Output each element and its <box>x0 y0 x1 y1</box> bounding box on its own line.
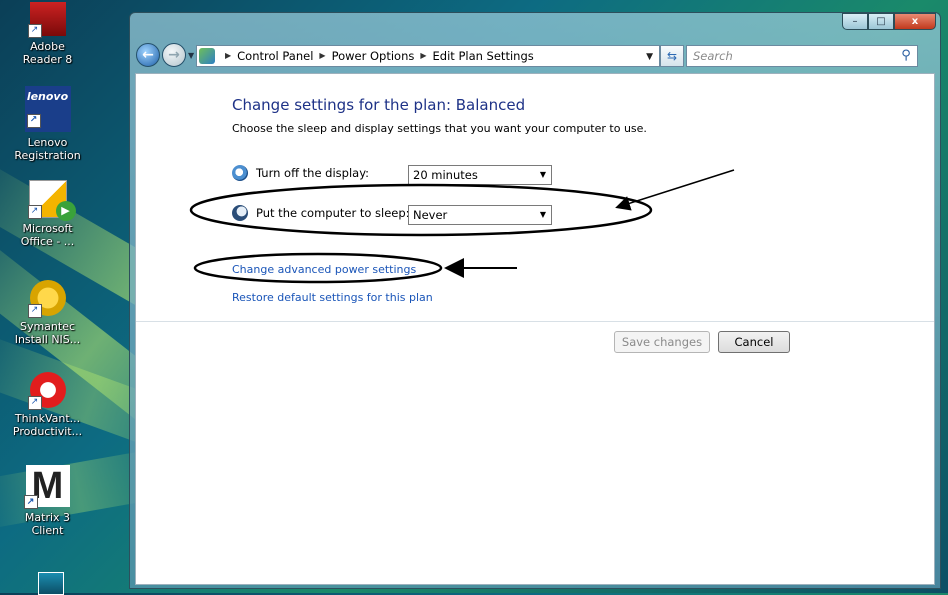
annotation-overlay <box>189 169 735 284</box>
annotation-circle-sleep <box>189 183 653 237</box>
annotation-arrow-sleep <box>615 169 735 211</box>
annotation-circle-advanced <box>193 252 443 284</box>
